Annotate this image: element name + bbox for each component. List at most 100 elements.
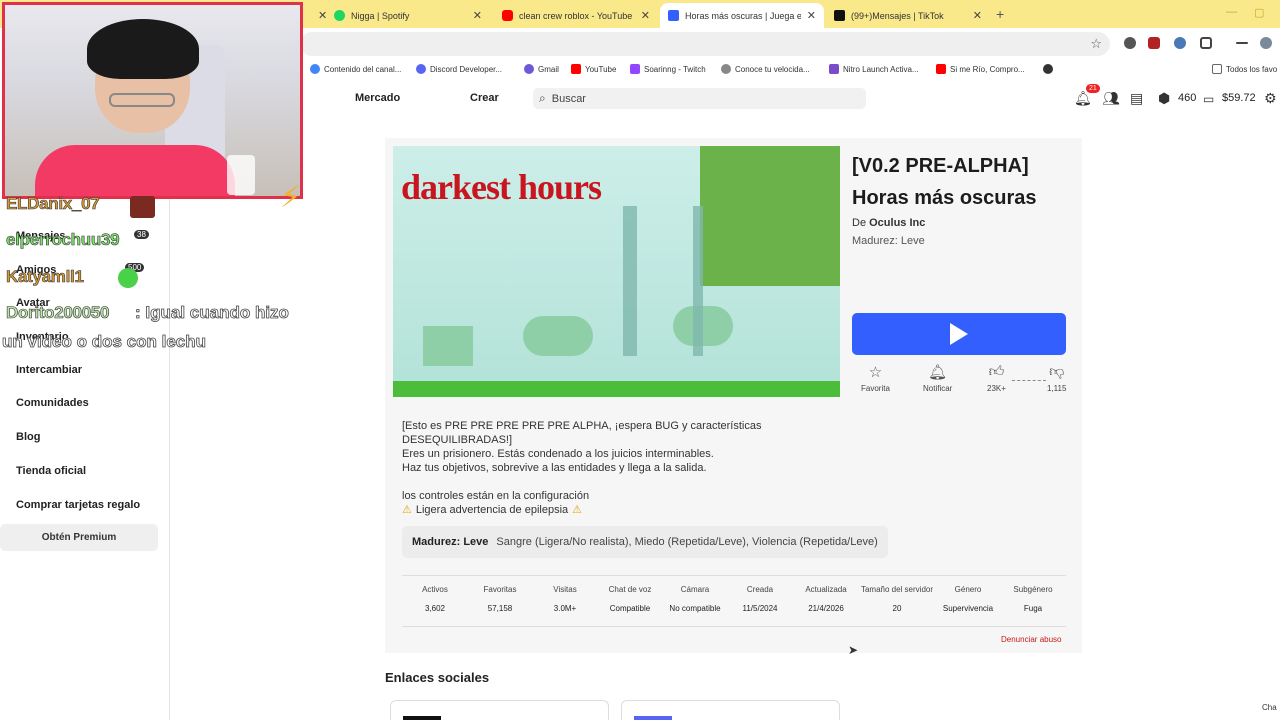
tab-roblox[interactable]: Horas más oscuras | Juega en R ✕ (660, 3, 824, 28)
chat-avatar (130, 196, 155, 218)
thumbnail-tree (423, 326, 473, 366)
maximize-icon[interactable]: ▢ (1254, 6, 1264, 19)
twitch-icon (630, 64, 640, 74)
gear-icon[interactable]: ⚙ (1264, 90, 1277, 107)
sidebar-item-blog[interactable]: Blog (16, 431, 40, 443)
maturity-box: Madurez: Leve Sangre (Ligera/No realista… (402, 526, 888, 558)
bookmark-item[interactable]: YouTube (571, 64, 616, 74)
close-icon[interactable]: ✕ (641, 9, 650, 22)
game-description: [Esto es PRE PRE PRE PRE PRE ALPHA, ¡esp… (402, 420, 762, 502)
tab-spotify[interactable]: Nigga | Spotify ✕ (326, 3, 490, 28)
folder-icon (1212, 64, 1222, 74)
social-card-accent (403, 716, 441, 720)
wallet-icon[interactable]: ▭ (1203, 92, 1214, 106)
money-balance: $59.72 (1222, 92, 1256, 104)
notify-button[interactable]: 🔔︎ Notificar (923, 363, 952, 393)
sidebar-item-tarjetas[interactable]: Comprar tarjetas regalo (16, 499, 140, 511)
robux-balance: 460 (1178, 92, 1197, 104)
play-button[interactable] (852, 313, 1066, 355)
creator-link[interactable]: Oculus Inc (869, 217, 925, 229)
extension-icon[interactable] (1124, 37, 1136, 49)
chat-widget[interactable]: Cha (1262, 703, 1277, 712)
sidebar-item-tienda[interactable]: Tienda oficial (16, 465, 86, 477)
close-icon[interactable]: ✕ (473, 9, 482, 22)
bookmark-item[interactable]: Conoce tu velocida... (721, 64, 810, 74)
search-icon: ⌕ (539, 91, 546, 105)
youtube-icon (502, 10, 513, 21)
search-input[interactable]: ⌕ Buscar (533, 88, 866, 109)
bookmark-item[interactable]: Nitro Launch Activa... (829, 64, 919, 74)
chat-message: : Igual cuando hizo (135, 303, 290, 323)
nav-market[interactable]: Mercado (355, 92, 400, 104)
like-button[interactable]: 👍︎ 23K+ (987, 363, 1006, 393)
bell-icon: 🔔︎ (928, 364, 948, 381)
stat-subgenero: Subgénero Fuga (1013, 585, 1053, 613)
report-abuse-link[interactable]: Denunciar abuso (1001, 635, 1061, 644)
webcam-overlay (2, 2, 303, 199)
stats-divider (402, 575, 1066, 576)
stat-creada: Creada 11/5/2024 (742, 585, 778, 613)
robux-icon[interactable]: ⬢ (1158, 90, 1170, 107)
nitro-icon (829, 64, 839, 74)
thumbnail-tree (523, 316, 593, 356)
thumbnail-grass-block (700, 146, 840, 286)
puzzle-icon[interactable] (1200, 37, 1212, 49)
social-link-card[interactable] (621, 700, 840, 720)
tab-youtube[interactable]: clean crew roblox - YouTube ✕ (494, 3, 658, 28)
bookmark-item[interactable]: Soarinng - Twitch (630, 64, 706, 74)
tab-close-prev[interactable]: ✕ (310, 3, 326, 28)
close-icon[interactable]: ✕ (807, 9, 816, 22)
chat-username: Dorito200050 (6, 303, 110, 323)
chat-emote (118, 268, 138, 288)
thumbnail-figure (623, 206, 703, 356)
profile-icon[interactable] (1260, 37, 1272, 49)
bookmark-item[interactable]: Discord Developer... (416, 64, 502, 74)
extension-icon[interactable] (1148, 37, 1160, 49)
epilepsy-warning: ⚠ Ligera advertencia de epilepsia ⚠ (402, 503, 583, 517)
premium-button[interactable]: Obtén Premium (0, 524, 158, 551)
chat-message: un video o dos con lechu (2, 332, 207, 352)
social-link-card[interactable] (390, 700, 609, 720)
webcam-hair (87, 19, 199, 79)
address-bar[interactable]: ☆ (300, 32, 1110, 56)
bookmark-item[interactable]: Gmail (524, 64, 559, 74)
google-icon (310, 64, 320, 74)
game-thumbnail[interactable]: darkest hours (393, 146, 840, 397)
minimize-icon[interactable]: — (1226, 6, 1237, 18)
stat-favoritas: Favoritas 57,158 (483, 585, 517, 613)
chat-username: ELDanix_07 (6, 194, 100, 214)
bookmark-item[interactable] (1043, 64, 1053, 74)
extension-icon[interactable] (1174, 37, 1186, 49)
chat-icon[interactable]: ▤ (1130, 90, 1143, 107)
tab-tiktok[interactable]: (99+)Mensajes | TikTok ✕ (826, 3, 990, 28)
stat-tamano-servidor: Tamaño del servidor 20 (860, 585, 934, 613)
game-title: [V0.2 PRE-ALPHA] Horas más oscuras (852, 155, 1037, 209)
bookmark-item[interactable]: Si me Río, Compro... (936, 64, 1025, 74)
gmail-icon (524, 64, 534, 74)
social-links-title: Enlaces sociales (385, 670, 490, 685)
webcam-glasses (109, 93, 175, 107)
nav-create[interactable]: Crear (470, 92, 499, 104)
bookmark-item[interactable]: Contenido del canal... (310, 64, 401, 74)
stat-visitas: Visitas 3.0M+ (553, 585, 577, 613)
dislike-button[interactable]: 👎︎ 1,115 (1047, 363, 1066, 393)
thumbs-up-icon: 👍︎ (988, 363, 1005, 380)
all-bookmarks[interactable]: Todos los favo (1212, 64, 1277, 74)
friends-icon[interactable]: 👥︎ (1102, 90, 1120, 107)
chat-username: elperrochuu39 (6, 230, 120, 250)
thumbs-down-icon: 👎︎ (1049, 363, 1065, 380)
stat-activos: Activos 3,602 (422, 585, 448, 613)
social-card-accent (634, 716, 672, 720)
spotify-icon (334, 10, 345, 21)
sidebar-item-comunidades[interactable]: Comunidades (16, 397, 89, 409)
stat-chat-voz: Chat de voz Compatible (608, 585, 652, 613)
speedtest-icon (721, 64, 731, 74)
close-icon[interactable]: ✕ (973, 9, 982, 22)
new-tab-button[interactable]: + (996, 6, 1004, 22)
favorite-button[interactable]: ☆ Favorita (861, 363, 890, 393)
bookmark-star-icon[interactable]: ☆ (1090, 36, 1102, 52)
sidebar-item-intercambiar[interactable]: Intercambiar (16, 364, 82, 376)
media-icon[interactable] (1236, 42, 1248, 44)
discord-icon (416, 64, 426, 74)
chat-username: Katyamll1 (6, 267, 85, 287)
